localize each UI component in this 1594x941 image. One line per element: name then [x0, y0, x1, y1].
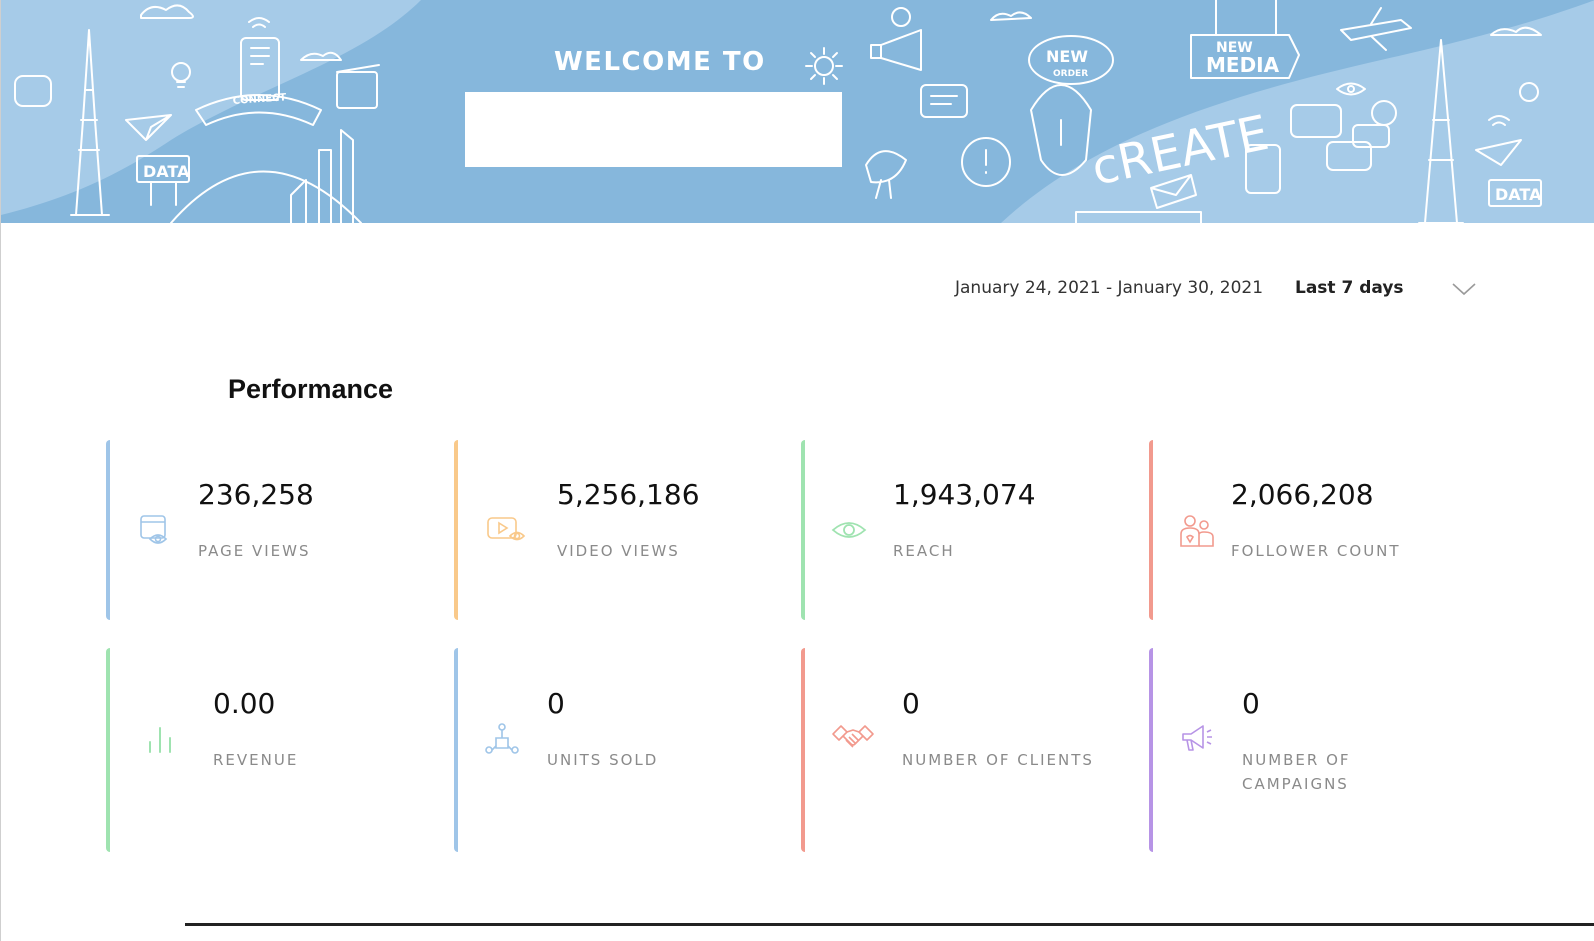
- svg-text:ORDER: ORDER: [1053, 69, 1088, 79]
- reach-value: 1,943,074: [893, 478, 1036, 511]
- kpi-card-number-of-clients: 0 NUMBER OF CLIENTS: [801, 648, 1131, 852]
- video-views-value: 5,256,186: [557, 478, 700, 511]
- number-of-campaigns-value: 0: [1242, 687, 1260, 720]
- svg-text:CONNECT: CONNECT: [232, 92, 286, 107]
- kpi-card-revenue: 0.00 REVENUE: [106, 648, 436, 852]
- revenue-value: 0.00: [213, 687, 276, 720]
- svg-text:DATA: DATA: [1495, 185, 1542, 204]
- handshake-icon: [832, 725, 874, 748]
- date-range-dropdown[interactable]: Last 7 days: [1295, 270, 1490, 308]
- kpi-card-video-views: 5,256,186 VIDEO VIEWS: [454, 440, 784, 620]
- revenue-label: REVENUE: [213, 751, 299, 769]
- bottom-divider: [185, 923, 1594, 926]
- welcome-heading: WELCOME TO: [554, 47, 766, 77]
- kpi-card-units-sold: 0 UNITS SOLD: [454, 648, 784, 852]
- network-icon: [485, 723, 519, 754]
- date-range-text: January 24, 2021 - January 30, 2021: [955, 278, 1264, 298]
- kpi-card-number-of-campaigns: 0 NUMBER OF CAMPAIGNS: [1149, 648, 1479, 852]
- reach-label: REACH: [893, 542, 955, 560]
- units-sold-label: UNITS SOLD: [547, 751, 659, 769]
- performance-heading: Performance: [228, 374, 394, 404]
- page-views-icon: [140, 515, 168, 544]
- kpi-card-reach: 1,943,074 REACH: [801, 440, 1131, 620]
- video-views-label: VIDEO VIEWS: [557, 542, 680, 560]
- dashboard-page: DATA DATA CONNECT NEW ORDER NEW MEDIA cR…: [0, 0, 1594, 941]
- page-views-label: PAGE VIEWS: [198, 542, 311, 560]
- follower-count-label: FOLLOWER COUNT: [1231, 542, 1401, 560]
- number-of-clients-value: 0: [902, 687, 920, 720]
- welcome-banner: DATA DATA CONNECT NEW ORDER NEW MEDIA cR…: [1, 0, 1594, 223]
- kpi-card-page-views: 236,258 PAGE VIEWS: [106, 440, 436, 620]
- bar-chart-icon: [149, 727, 171, 753]
- number-of-campaigns-label: NUMBER OF CAMPAIGNS: [1242, 751, 1351, 793]
- number-of-clients-label: NUMBER OF CLIENTS: [902, 751, 1094, 769]
- svg-text:NEW: NEW: [1046, 47, 1088, 66]
- megaphone-icon: [1182, 725, 1212, 751]
- units-sold-value: 0: [547, 687, 565, 720]
- video-views-icon: [487, 517, 526, 541]
- page-views-value: 236,258: [198, 478, 314, 511]
- account-name-redacted: [465, 92, 842, 167]
- followers-icon: [1180, 515, 1214, 547]
- svg-text:MEDIA: MEDIA: [1206, 53, 1280, 77]
- eye-icon: [831, 522, 867, 538]
- date-range-dropdown-label: Last 7 days: [1295, 278, 1404, 298]
- kpi-card-follower-count: 2,066,208 FOLLOWER COUNT: [1149, 440, 1479, 620]
- chevron-down-icon: [1452, 283, 1476, 296]
- svg-text:DATA: DATA: [143, 162, 190, 181]
- follower-count-value: 2,066,208: [1231, 478, 1374, 511]
